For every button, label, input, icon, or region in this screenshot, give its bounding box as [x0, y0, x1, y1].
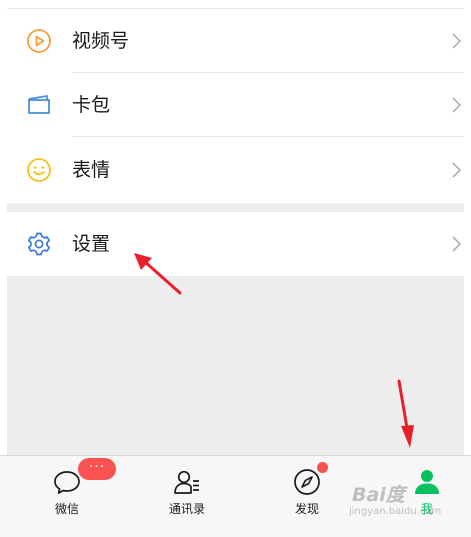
unread-badge: ··· [78, 458, 116, 480]
tab-contacts[interactable]: 通讯录 [147, 456, 227, 537]
compass-icon [294, 469, 320, 495]
annotation-arrow-me-tab [397, 379, 414, 448]
chevron-right-icon [452, 162, 462, 178]
menu-item-settings[interactable]: 设置 [7, 212, 464, 276]
card-wallet-icon [26, 93, 52, 117]
me-person-icon [415, 470, 439, 494]
menu-item-card-wallet[interactable]: 卡包 [7, 73, 464, 137]
menu-item-label: 表情 [72, 159, 111, 181]
chevron-right-icon [452, 97, 462, 113]
gear-icon [26, 232, 52, 256]
divider [72, 136, 464, 137]
chevron-right-icon [452, 236, 462, 252]
tab-label: 通讯录 [168, 502, 205, 516]
menu-group-settings: 设置 [7, 212, 464, 276]
tab-label: 发现 [294, 502, 319, 516]
menu-item-label: 视频号 [72, 30, 130, 52]
tab-discover[interactable]: 发现 [267, 456, 347, 537]
watermark-url: jingyan.baidu.com [349, 506, 442, 517]
watermark: Bai度 [352, 484, 405, 506]
previous-row-edge [7, 0, 464, 9]
menu-item-stickers[interactable]: 表情 [7, 138, 464, 202]
chevron-right-icon [452, 33, 462, 49]
menu-item-channels[interactable]: 视频号 [7, 9, 464, 73]
new-content-dot [317, 462, 328, 473]
smiley-icon [26, 158, 52, 182]
channels-play-icon [26, 29, 52, 53]
contacts-icon [174, 470, 199, 494]
menu-item-label: 设置 [72, 233, 111, 255]
tab-label: 微信 [54, 502, 79, 516]
menu-group-main: 视频号 卡包 表情 [7, 0, 464, 203]
menu-item-label: 卡包 [72, 94, 111, 116]
